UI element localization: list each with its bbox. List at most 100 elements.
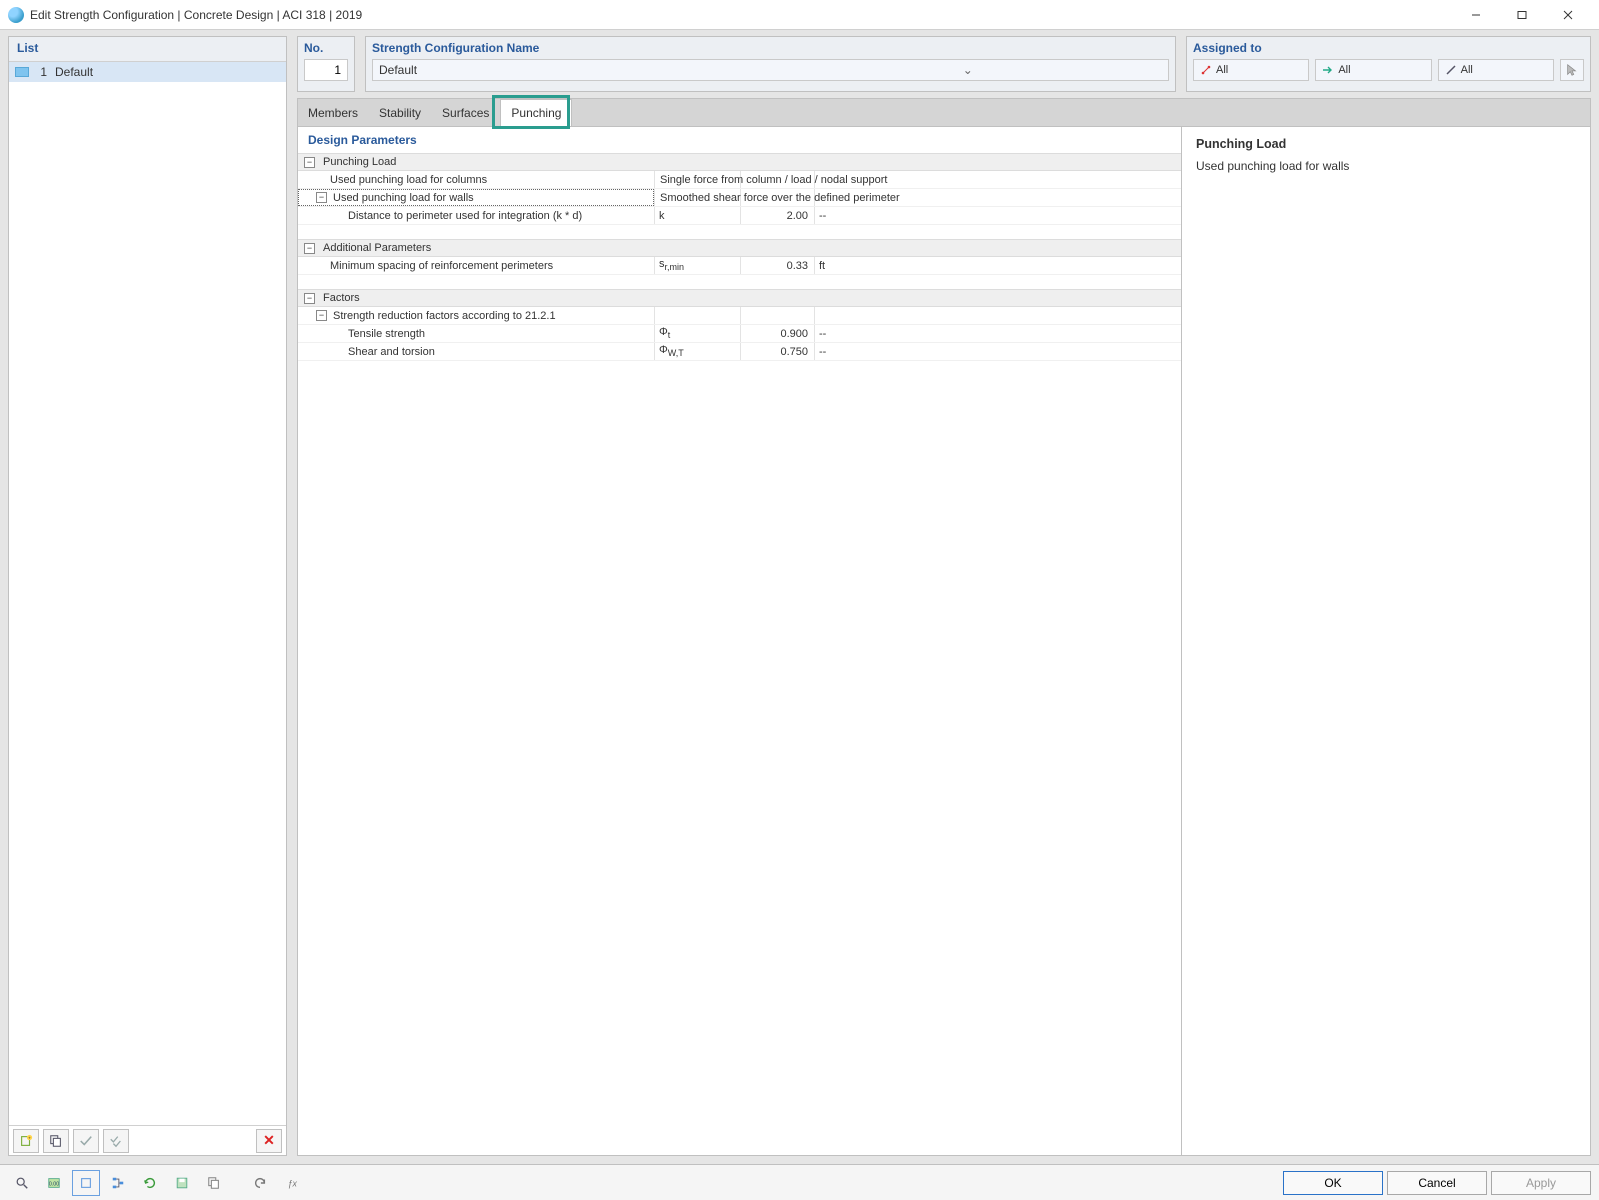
name-combobox[interactable]: Default ⌄ — [372, 59, 1169, 81]
line-icon — [1445, 64, 1457, 76]
param-label: Shear and torsion — [348, 346, 435, 358]
tab-surfaces[interactable]: Surfaces — [432, 99, 500, 126]
box-icon — [79, 1176, 93, 1190]
tab-stability[interactable]: Stability — [369, 99, 432, 126]
tool-units[interactable]: 0.00 — [40, 1170, 68, 1196]
close-button[interactable] — [1545, 0, 1591, 30]
tab-punching[interactable]: Punching — [500, 99, 572, 126]
list-item[interactable]: 1 Default — [9, 62, 286, 82]
info-heading: Punching Load — [1196, 137, 1576, 151]
section-title: Additional Parameters — [323, 242, 431, 254]
section-punching-load[interactable]: − Punching Load — [298, 153, 1181, 171]
param-value: 0.33 — [787, 260, 808, 272]
number-input[interactable] — [304, 59, 348, 81]
param-unit: -- — [819, 328, 826, 340]
minimize-button[interactable] — [1453, 0, 1499, 30]
param-unit: -- — [819, 210, 826, 222]
apply-button[interactable]: Apply — [1491, 1171, 1591, 1195]
collapse-icon[interactable]: − — [304, 157, 315, 168]
info-text: Used punching load for walls — [1196, 159, 1576, 173]
refresh-icon — [143, 1176, 157, 1190]
section-factors[interactable]: − Factors — [298, 289, 1181, 307]
assigned-select-button[interactable] — [1560, 59, 1584, 81]
ok-button[interactable]: OK — [1283, 1171, 1383, 1195]
node-icon — [1200, 64, 1212, 76]
info-panel: Punching Load Used punching load for wal… — [1182, 127, 1590, 1155]
tool-copy[interactable] — [200, 1170, 228, 1196]
param-row-shear[interactable]: Shear and torsion ΦW,T 0.750 -- — [298, 343, 1181, 361]
param-symbol: sr,min — [659, 258, 684, 272]
copy-item-button[interactable] — [43, 1129, 69, 1153]
param-desc: Single force from column / load / nodal … — [660, 174, 887, 186]
function-icon: ƒx — [285, 1176, 299, 1190]
design-parameters-panel: Design Parameters − Punching Load Used p… — [298, 127, 1182, 1155]
tool-function[interactable]: ƒx — [278, 1170, 306, 1196]
collapse-icon[interactable]: − — [316, 310, 327, 321]
param-row-tensile[interactable]: Tensile strength Φt 0.900 -- — [298, 325, 1181, 343]
titlebar: Edit Strength Configuration | Concrete D… — [0, 0, 1599, 30]
param-symbol: k — [659, 210, 665, 222]
param-label: Used punching load for columns — [330, 174, 487, 186]
cancel-button[interactable]: Cancel — [1387, 1171, 1487, 1195]
collapse-icon[interactable]: − — [304, 243, 315, 254]
section-additional-parameters[interactable]: − Additional Parameters — [298, 239, 1181, 257]
search-icon — [15, 1176, 29, 1190]
assigned-pill-2[interactable]: All — [1315, 59, 1431, 81]
tool-refresh[interactable] — [136, 1170, 164, 1196]
svg-text:ƒx: ƒx — [288, 1178, 298, 1188]
list-item-icon — [15, 67, 29, 77]
delete-icon: ✕ — [263, 1132, 275, 1149]
param-label: Minimum spacing of reinforcement perimet… — [330, 260, 553, 272]
param-label: Tensile strength — [348, 328, 425, 340]
list-toolbar: + ✕ — [9, 1125, 286, 1155]
chevron-down-icon: ⌄ — [772, 63, 1165, 77]
tab-members[interactable]: Members — [298, 99, 369, 126]
list-item-number: 1 — [35, 65, 47, 79]
check-button-1[interactable] — [73, 1129, 99, 1153]
units-icon: 0.00 — [47, 1176, 61, 1190]
param-row-spacing[interactable]: Minimum spacing of reinforcement perimet… — [298, 257, 1181, 275]
maximize-button[interactable] — [1499, 0, 1545, 30]
param-label: Strength reduction factors according to … — [333, 310, 556, 322]
tabs: Members Stability Surfaces Punching — [297, 98, 1591, 126]
param-value: 2.00 — [787, 210, 808, 222]
param-symbol: Φt — [659, 326, 670, 340]
check-button-2[interactable] — [103, 1129, 129, 1153]
configuration-list[interactable]: 1 Default — [9, 62, 286, 1125]
window-title: Edit Strength Configuration | Concrete D… — [30, 8, 1453, 22]
undo-icon — [253, 1176, 267, 1190]
assigned-to-box: Assigned to All All All — [1186, 36, 1591, 92]
param-row-walls[interactable]: − Used punching load for walls Smoothed … — [298, 189, 1181, 207]
tool-undo[interactable] — [246, 1170, 274, 1196]
name-label: Strength Configuration Name — [372, 41, 1169, 55]
assigned-pill-label: All — [1461, 64, 1473, 76]
list-header: List — [9, 37, 286, 62]
new-item-button[interactable]: + — [13, 1129, 39, 1153]
tree-icon — [111, 1176, 125, 1190]
param-unit: -- — [819, 346, 826, 358]
arrow-icon — [1322, 64, 1334, 76]
param-desc: Smoothed shear force over the defined pe… — [660, 192, 900, 204]
svg-text:+: + — [28, 1135, 31, 1140]
param-row-srf[interactable]: − Strength reduction factors according t… — [298, 307, 1181, 325]
collapse-icon[interactable]: − — [304, 293, 315, 304]
param-row-columns[interactable]: Used punching load for columns Single fo… — [298, 171, 1181, 189]
tool-box[interactable] — [72, 1170, 100, 1196]
assigned-pill-label: All — [1216, 64, 1228, 76]
delete-item-button[interactable]: ✕ — [256, 1129, 282, 1153]
collapse-icon[interactable]: − — [316, 192, 327, 203]
assigned-pill-1[interactable]: All — [1193, 59, 1309, 81]
save-icon — [175, 1176, 189, 1190]
tool-search[interactable] — [8, 1170, 36, 1196]
number-field-box: No. — [297, 36, 355, 92]
param-row-distance[interactable]: Distance to perimeter used for integrati… — [298, 207, 1181, 225]
section-title: Punching Load — [323, 156, 396, 168]
svg-text:0.00: 0.00 — [49, 1181, 59, 1187]
section-title: Factors — [323, 292, 360, 304]
assigned-to-label: Assigned to — [1193, 41, 1584, 55]
copy-icon — [207, 1176, 221, 1190]
tool-save[interactable] — [168, 1170, 196, 1196]
number-label: No. — [304, 41, 348, 55]
assigned-pill-3[interactable]: All — [1438, 59, 1554, 81]
tool-tree[interactable] — [104, 1170, 132, 1196]
